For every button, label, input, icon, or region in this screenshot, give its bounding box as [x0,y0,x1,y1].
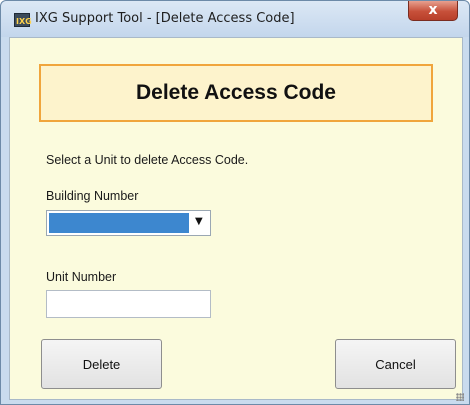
close-icon: x [428,2,438,18]
delete-button-label: Delete [82,356,121,372]
delete-button[interactable]: Delete [41,339,162,389]
instruction-text: Select a Unit to delete Access Code. [46,153,249,167]
unit-number-input[interactable] [46,290,211,318]
window-title: IXG Support Tool - [Delete Access Code] [35,11,295,26]
app-icon-text: IXG [16,17,32,26]
building-number-label: Building Number [46,189,139,203]
cancel-button-label: Cancel [375,356,416,372]
building-number-selected-value [49,213,189,233]
cancel-button[interactable]: Cancel [335,339,456,389]
close-button[interactable]: x [408,1,458,21]
resize-grip-icon[interactable] [456,393,464,401]
dialog-body: Delete Access Code Select a Unit to dele… [9,37,464,401]
app-window: IXG IXG Support Tool - [Delete Access Co… [0,0,470,405]
chevron-down-icon[interactable]: ▼ [195,216,203,227]
unit-number-label: Unit Number [46,270,117,284]
app-icon: IXG [14,13,32,27]
building-number-select[interactable]: ▼ [46,210,211,236]
title-bar[interactable]: IXG IXG Support Tool - [Delete Access Co… [1,1,469,37]
page-title: Delete Access Code [136,81,336,104]
header-box: Delete Access Code [39,64,433,122]
